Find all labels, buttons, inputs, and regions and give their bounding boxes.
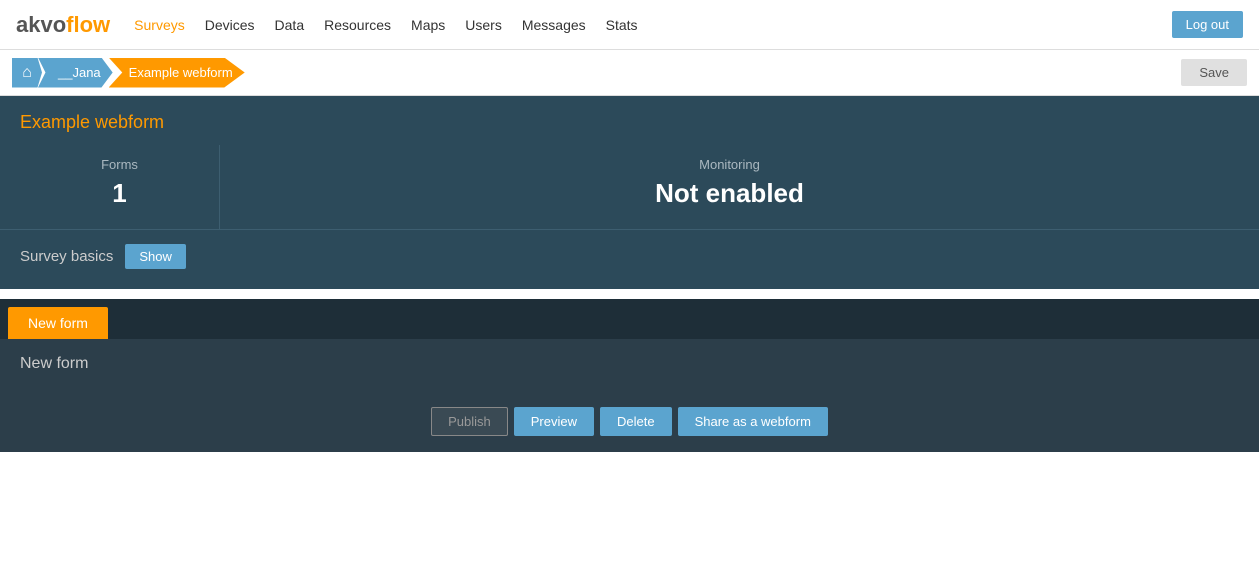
nav-resources[interactable]: Resources xyxy=(324,17,391,33)
publish-button[interactable]: Publish xyxy=(431,407,508,436)
forms-stat: Forms 1 xyxy=(20,145,220,229)
survey-header: Example webform Forms 1 Monitoring Not e… xyxy=(0,96,1259,229)
nav-surveys[interactable]: Surveys xyxy=(134,17,185,33)
form-content: New form xyxy=(0,339,1259,399)
nav-users[interactable]: Users xyxy=(465,17,502,33)
white-gap xyxy=(0,289,1259,299)
survey-basics-section: Survey basics Show xyxy=(0,229,1259,289)
form-tabs: New form xyxy=(0,299,1259,339)
save-button[interactable]: Save xyxy=(1181,59,1247,86)
nav-maps[interactable]: Maps xyxy=(411,17,445,33)
nav-messages[interactable]: Messages xyxy=(522,17,586,33)
monitoring-label: Monitoring xyxy=(240,157,1219,172)
survey-title: Example webform xyxy=(20,112,1239,133)
breadcrumb-current[interactable]: Example webform xyxy=(109,58,245,88)
app-logo: akvoflow xyxy=(16,12,110,38)
nav-stats[interactable]: Stats xyxy=(606,17,638,33)
survey-stats: Forms 1 Monitoring Not enabled xyxy=(20,145,1239,229)
monitoring-value: Not enabled xyxy=(240,178,1219,209)
nav-data[interactable]: Data xyxy=(275,17,305,33)
nav-devices[interactable]: Devices xyxy=(205,17,255,33)
logout-button[interactable]: Log out xyxy=(1172,11,1243,38)
logo-part2: flow xyxy=(66,12,110,37)
breadcrumb-home[interactable]: ⌂ xyxy=(12,58,42,88)
share-webform-button[interactable]: Share as a webform xyxy=(678,407,828,436)
breadcrumb-jana[interactable]: __Jana xyxy=(38,58,113,88)
logo-part1: akvo xyxy=(16,12,66,37)
survey-basics-label: Survey basics xyxy=(20,248,113,265)
breadcrumb-bar: ⌂ __Jana Example webform Save xyxy=(0,50,1259,96)
forms-value: 1 xyxy=(40,178,199,209)
forms-section: New form New form Publish Preview Delete… xyxy=(0,299,1259,452)
forms-label: Forms xyxy=(40,157,199,172)
preview-button[interactable]: Preview xyxy=(514,407,594,436)
main-nav: Surveys Devices Data Resources Maps User… xyxy=(134,17,637,33)
breadcrumb: ⌂ __Jana Example webform xyxy=(12,58,245,88)
new-form-tab[interactable]: New form xyxy=(8,307,108,339)
form-name-label: New form xyxy=(20,355,1239,373)
monitoring-stat: Monitoring Not enabled xyxy=(220,145,1239,229)
form-actions: Publish Preview Delete Share as a webfor… xyxy=(0,399,1259,452)
show-button[interactable]: Show xyxy=(125,244,186,269)
delete-button[interactable]: Delete xyxy=(600,407,672,436)
navbar: akvoflow Surveys Devices Data Resources … xyxy=(0,0,1259,50)
navbar-left: akvoflow Surveys Devices Data Resources … xyxy=(16,12,638,38)
